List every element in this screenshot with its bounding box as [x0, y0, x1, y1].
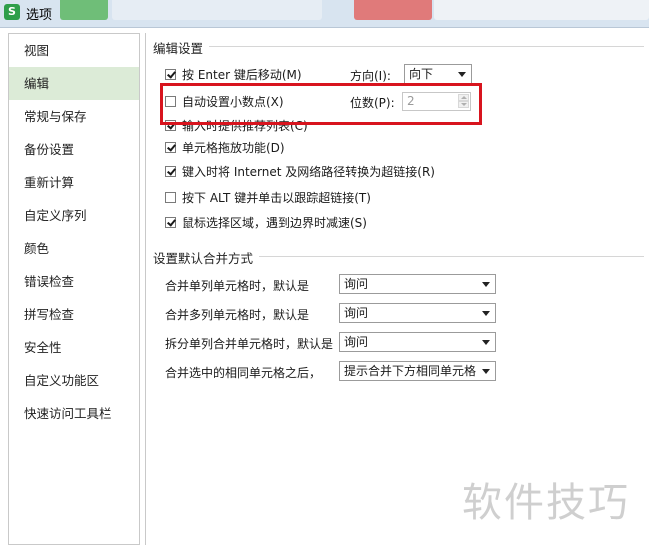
sidebar-item-custom-ribbon[interactable]: 自定义功能区 [9, 364, 139, 397]
drag-drop-option[interactable]: 单元格拖放功能(D) [165, 138, 285, 156]
merge-multi-column-label: 合并多列单元格时，默认是 [165, 308, 310, 322]
sidebar-item-view[interactable]: 视图 [9, 34, 139, 67]
chevron-down-icon [482, 340, 490, 345]
split-merged-value: 询问 [344, 335, 369, 349]
sidebar-item-error-checking[interactable]: 错误检查 [9, 265, 139, 298]
sidebar-item-general-save[interactable]: 常规与保存 [9, 100, 139, 133]
chevron-down-icon [482, 311, 490, 316]
wps-spreadsheet-icon: S [4, 4, 20, 20]
sidebar-item-colors[interactable]: 颜色 [9, 232, 139, 265]
background-tab [434, 0, 649, 20]
mouse-slowdown-label: 鼠标选择区域，遇到边界时减速(S) [182, 215, 367, 230]
direction-value: 向下 [409, 67, 434, 81]
alt-click-hyperlink-label: 按下 ALT 键并单击以跟踪超链接(T) [182, 190, 371, 205]
background-tab [354, 0, 432, 20]
merge-single-column-value: 询问 [344, 277, 369, 291]
watermark-text: 软件技巧 [462, 480, 630, 526]
split-merged-label: 拆分单列合并单元格时，默认是 [165, 337, 334, 351]
merge-same-cells-select[interactable]: 提示合并下方相同单元格 [339, 361, 496, 381]
merge-multi-column-select[interactable]: 询问 [339, 303, 496, 323]
alt-click-hyperlink-option[interactable]: 按下 ALT 键并单击以跟踪超链接(T) [165, 188, 371, 206]
merge-single-column-select[interactable]: 询问 [339, 274, 496, 294]
background-tab [60, 0, 108, 20]
sidebar-item-spell-check[interactable]: 拼写检查 [9, 298, 139, 331]
move-after-enter-label: 按 Enter 键后移动(M) [182, 67, 302, 82]
section-divider [154, 46, 644, 47]
move-after-enter-option[interactable]: 按 Enter 键后移动(M) [165, 65, 302, 83]
highlight-annotation [160, 83, 482, 125]
merge-settings-title: 设置默认合并方式 [153, 248, 260, 267]
sidebar-item-custom-lists[interactable]: 自定义序列 [9, 199, 139, 232]
background-tab [112, 0, 322, 20]
merge-multi-column-value: 询问 [344, 306, 369, 320]
move-after-enter-checkbox[interactable] [165, 68, 176, 80]
merge-single-column-label: 合并单列单元格时，默认是 [165, 279, 310, 293]
sidebar-item-quick-access-toolbar[interactable]: 快速访问工具栏 [9, 397, 139, 430]
mouse-slowdown-option[interactable]: 鼠标选择区域，遇到边界时减速(S) [165, 213, 367, 231]
alt-click-hyperlink-checkbox[interactable] [165, 191, 176, 203]
split-merged-select[interactable]: 询问 [339, 332, 496, 352]
window-title: 选项 [26, 8, 53, 23]
direction-select[interactable]: 向下 [404, 64, 472, 84]
auto-hyperlink-label: 键入时将 Internet 及网络路径转换为超链接(R) [182, 164, 435, 179]
auto-hyperlink-checkbox[interactable] [165, 165, 176, 177]
sidebar-item-edit[interactable]: 编辑 [9, 67, 139, 100]
mouse-slowdown-checkbox[interactable] [165, 216, 176, 228]
chevron-down-icon [482, 369, 490, 374]
direction-label: 方向(I): [350, 69, 391, 83]
title-bar: S 选项 [0, 0, 649, 28]
auto-hyperlink-option[interactable]: 键入时将 Internet 及网络路径转换为超链接(R) [165, 162, 435, 180]
drag-drop-label: 单元格拖放功能(D) [182, 140, 285, 155]
drag-drop-checkbox[interactable] [165, 141, 176, 153]
merge-same-cells-value: 提示合并下方相同单元格 [344, 364, 477, 378]
chevron-down-icon [458, 72, 466, 77]
sidebar-item-security[interactable]: 安全性 [9, 331, 139, 364]
chevron-down-icon [482, 282, 490, 287]
sidebar-item-backup[interactable]: 备份设置 [9, 133, 139, 166]
edit-settings-title: 编辑设置 [153, 38, 210, 57]
merge-same-cells-label: 合并选中的相同单元格之后， [165, 366, 322, 380]
sidebar-item-recalculate[interactable]: 重新计算 [9, 166, 139, 199]
options-sidebar: 视图 编辑 常规与保存 备份设置 重新计算 自定义序列 颜色 错误检查 拼写检查… [8, 33, 140, 545]
